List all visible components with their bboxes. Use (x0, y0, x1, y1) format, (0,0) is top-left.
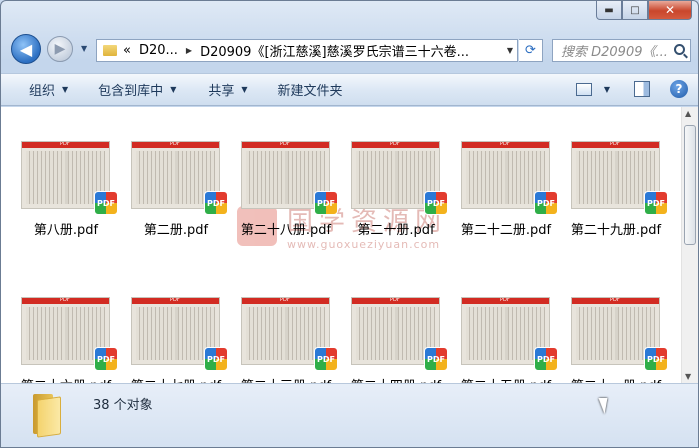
new-folder-label: 新建文件夹 (277, 84, 343, 99)
recent-pages-dropdown[interactable]: ▼ (81, 44, 87, 53)
thumb-label: PDF (610, 297, 620, 303)
search-input[interactable]: 搜索 D20909《... (552, 39, 691, 62)
pdf-icon: PDF (644, 191, 668, 215)
file-name: 第二十九册.pdf (570, 223, 662, 238)
folder-icon (29, 392, 69, 438)
file-list: 国学资源网 www.guoxueziyuan.com PDF PDF 第八册.pdf… (1, 107, 698, 394)
scroll-up-icon[interactable]: ▲ (685, 109, 691, 118)
explorer-window: ▬ □ ✕ ◀ ▶ ▼ « D20... ▶ D20909《[浙江慈溪]慈溪罗氏… (0, 0, 699, 448)
breadcrumb-item[interactable]: D20909《[浙江慈溪]慈溪罗氏宗谱三十六卷... (200, 41, 469, 60)
thumb-label: PDF (280, 141, 290, 147)
preview-pane-icon[interactable] (634, 81, 650, 97)
search-icon[interactable] (674, 44, 685, 55)
address-bar[interactable]: « D20... ▶ D20909《[浙江慈溪]慈溪罗氏宗谱三十六卷... ▼ (96, 39, 518, 62)
thumb-label: PDF (60, 297, 70, 303)
share-label: 共享 (208, 84, 235, 99)
file-item[interactable]: PDFPDF第二十三册.pdf (221, 263, 338, 394)
file-item[interactable]: PDFPDF第二十四册.pdf (331, 263, 448, 394)
file-item[interactable]: PDF PDF 第二十二册.pdf (441, 107, 558, 238)
file-item[interactable]: PDFPDF第二十五册.pdf (441, 263, 558, 394)
search-placeholder: 搜索 D20909《... (561, 45, 668, 60)
file-item[interactable]: PDF PDF 第二册.pdf (111, 107, 228, 238)
chevron-down-icon: ▼ (241, 85, 248, 94)
pdf-icon: PDF (644, 347, 668, 371)
thumb-label: PDF (170, 141, 180, 147)
change-view-icon[interactable] (575, 82, 592, 96)
thumb-label: PDF (610, 141, 620, 147)
breadcrumb-separator-icon[interactable]: ▶ (186, 46, 192, 55)
thumb-label: PDF (280, 297, 290, 303)
thumb-label: PDF (60, 141, 70, 147)
include-in-library-menu[interactable]: 包含到库中 ▼ (98, 80, 176, 99)
file-item[interactable]: PDF PDF 第二十八册.pdf (221, 107, 338, 238)
breadcrumb-item[interactable]: D20... (139, 43, 178, 58)
navigation-bar: ◀ ▶ ▼ « D20... ▶ D20909《[浙江慈溪]慈溪罗氏宗谱三十六卷… (1, 31, 698, 69)
file-item[interactable]: PDFPDF第二十七册.pdf (111, 263, 228, 394)
scroll-down-icon[interactable]: ▼ (685, 372, 691, 381)
help-icon[interactable]: ? (670, 80, 688, 98)
back-button[interactable]: ◀ (11, 34, 41, 64)
thumb-label: PDF (500, 141, 510, 147)
thumb-label: PDF (390, 297, 400, 303)
new-folder-button[interactable]: 新建文件夹 (278, 80, 343, 99)
file-item[interactable]: PDF PDF 第二十册.pdf (331, 107, 448, 238)
file-item[interactable]: PDFPDF第二十六册.pdf (1, 263, 118, 394)
thumb-label: PDF (500, 297, 510, 303)
forward-button[interactable]: ▶ (47, 36, 73, 62)
refresh-button[interactable]: ⟳ (519, 39, 543, 62)
watermark-url: www.guoxueziyuan.com (287, 238, 441, 251)
thumb-label: PDF (170, 297, 180, 303)
address-dropdown-icon[interactable]: ▼ (507, 46, 513, 55)
chevron-down-icon: ▼ (170, 85, 177, 94)
organize-menu[interactable]: 组织 ▼ (29, 80, 68, 99)
file-item[interactable]: PDF PDF 第八册.pdf (1, 107, 118, 238)
thumb-label: PDF (390, 141, 400, 147)
include-library-label: 包含到库中 (98, 84, 164, 99)
minimize-button[interactable]: ▬ (596, 1, 622, 20)
chevron-down-icon: ▼ (62, 85, 69, 94)
command-bar: 组织 ▼ 包含到库中 ▼ 共享 ▼ 新建文件夹 ▼ ? (1, 73, 698, 106)
file-item[interactable]: PDFPDF第二十一册.pdf (551, 263, 668, 394)
toolbar-right: ▼ ? (575, 80, 688, 98)
share-menu[interactable]: 共享 ▼ (208, 80, 247, 99)
details-pane: 38 个对象 (1, 383, 698, 447)
maximize-button[interactable]: □ (622, 1, 648, 20)
close-button[interactable]: ✕ (648, 1, 692, 20)
breadcrumb-overflow[interactable]: « (123, 43, 131, 58)
scroll-thumb[interactable] (684, 125, 696, 245)
organize-label: 组织 (29, 84, 56, 99)
caption-buttons: ▬ □ ✕ (596, 1, 692, 20)
file-item[interactable]: PDF PDF 第二十九册.pdf (551, 107, 668, 238)
folder-icon (103, 45, 117, 56)
chevron-down-icon[interactable]: ▼ (604, 85, 610, 94)
vertical-scrollbar[interactable]: ▲ ▼ (681, 107, 698, 383)
item-count: 38 个对象 (93, 398, 153, 413)
